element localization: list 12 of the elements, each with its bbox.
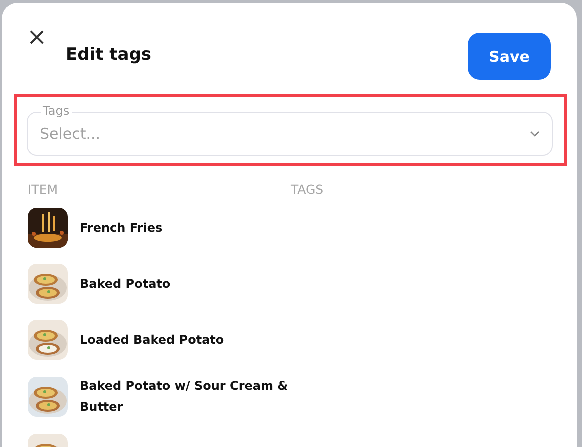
chevron-down-icon <box>530 131 540 137</box>
item-name: Baked Potato w/ Sour Cream & Butter <box>80 378 290 416</box>
item-name: Loaded Baked Potato <box>80 332 224 348</box>
column-header: ITEM <box>28 182 60 197</box>
item-name: Baked Potato <box>80 276 171 292</box>
field-label: Tags <box>41 104 72 118</box>
item-name: French Fries <box>80 220 163 236</box>
save-button[interactable]: Save <box>468 33 551 80</box>
close-button[interactable]: × <box>25 25 49 49</box>
column-header: TAGS <box>291 182 325 197</box>
placeholder-text: Select... <box>40 125 102 143</box>
dialog-title: Edit tags <box>66 45 153 65</box>
